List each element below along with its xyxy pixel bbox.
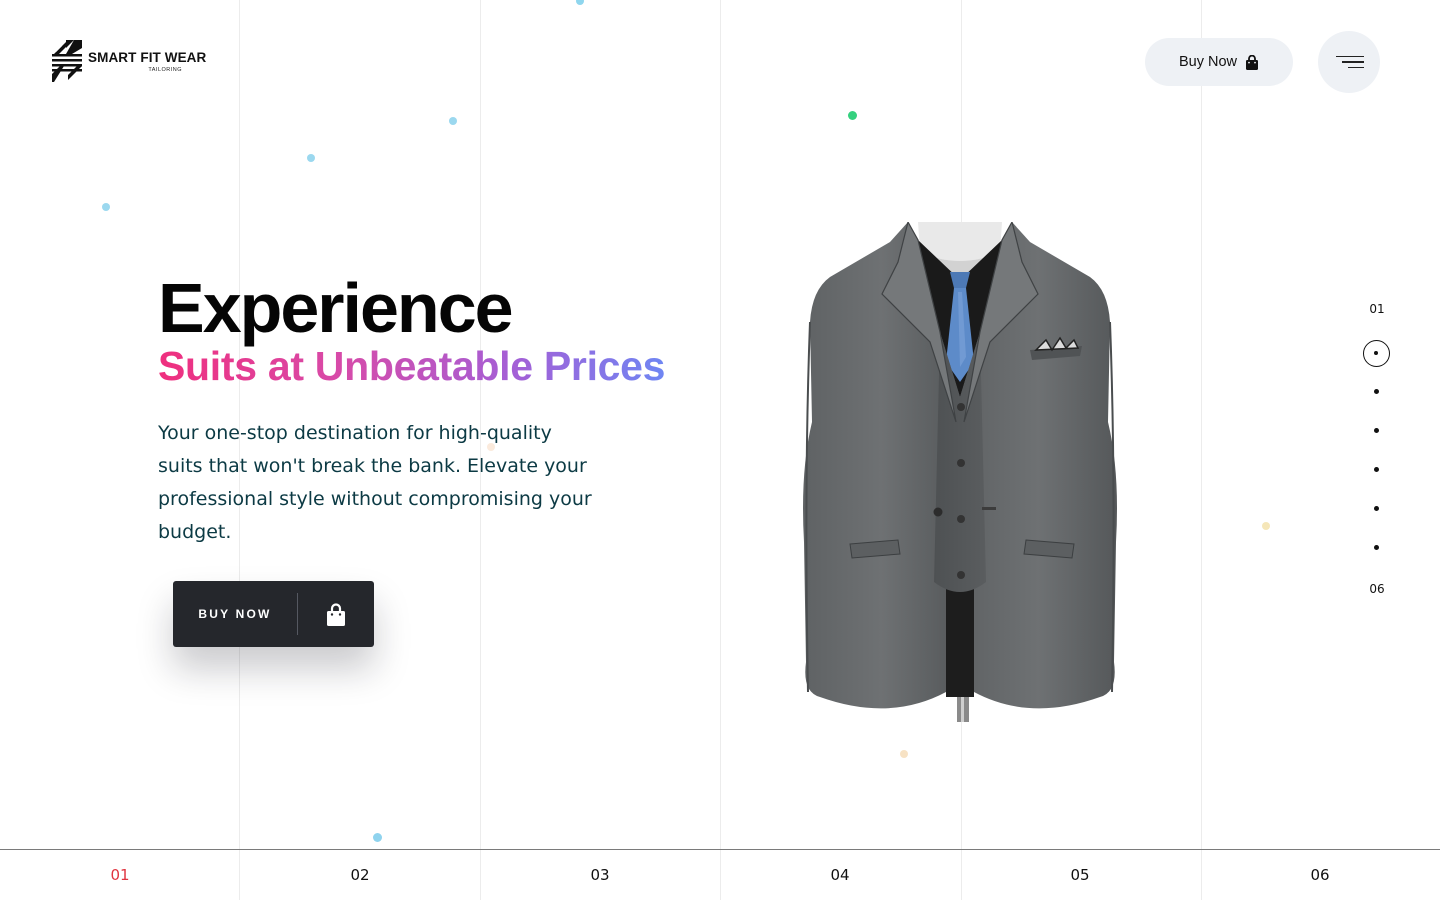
decor-dot — [900, 750, 908, 758]
header-buy-now-button[interactable]: Buy Now — [1145, 38, 1293, 86]
side-nav-dot[interactable] — [1374, 428, 1379, 433]
side-nav-active-dot[interactable] — [1363, 340, 1390, 367]
decor-dot — [1262, 522, 1270, 530]
side-nav-first: 01 — [1369, 302, 1385, 316]
shopping-bag-icon — [1246, 54, 1259, 70]
side-nav-last: 06 — [1369, 582, 1385, 596]
bottom-nav-item[interactable]: 04 — [720, 850, 960, 900]
decor-dot — [576, 0, 584, 5]
decor-dot — [449, 117, 457, 125]
side-nav-dot[interactable] — [1374, 545, 1379, 550]
grid-line — [1201, 0, 1202, 900]
hero-title: Experience — [158, 269, 514, 347]
logo-mark-icon — [52, 40, 82, 82]
side-nav-dot[interactable] — [1374, 389, 1379, 394]
shopping-bag-icon — [298, 602, 374, 626]
hero-description: Your one-stop destination for high-quali… — [158, 422, 592, 543]
brand-tagline: TAILORING — [148, 66, 183, 73]
side-nav-dot[interactable] — [1374, 506, 1379, 511]
grid-line — [720, 0, 721, 900]
brand-logo[interactable]: SMART FIT WEAR TAILORING — [52, 40, 206, 82]
bottom-nav-item[interactable]: 06 — [1200, 850, 1440, 900]
cta-label: BUY NOW — [198, 607, 272, 621]
brand-name: SMART FIT WEAR — [88, 49, 207, 65]
hamburger-menu-icon — [1336, 55, 1364, 58]
bottom-nav-item[interactable]: 05 — [960, 850, 1200, 900]
bottom-nav-item[interactable]: 02 — [240, 850, 480, 900]
decor-dot — [848, 111, 857, 120]
product-suit-image — [790, 220, 1130, 722]
hero-buy-now-button[interactable]: BUY NOW — [173, 581, 374, 647]
hamburger-menu-icon — [1348, 66, 1364, 69]
decor-dot — [373, 833, 382, 842]
bottom-slide-nav: 01 02 03 04 05 06 — [0, 849, 1440, 900]
decor-dot — [307, 154, 315, 162]
bottom-nav-item[interactable]: 03 — [480, 850, 720, 900]
hamburger-menu-icon — [1342, 61, 1364, 63]
bottom-nav-item[interactable]: 01 — [0, 850, 240, 900]
hero-subtitle: Suits at Unbeatable Prices — [158, 340, 665, 392]
decor-dot — [102, 203, 110, 211]
header-buy-now-label: Buy Now — [1178, 54, 1238, 70]
menu-button[interactable] — [1318, 31, 1380, 93]
side-nav-dot[interactable] — [1374, 467, 1379, 472]
